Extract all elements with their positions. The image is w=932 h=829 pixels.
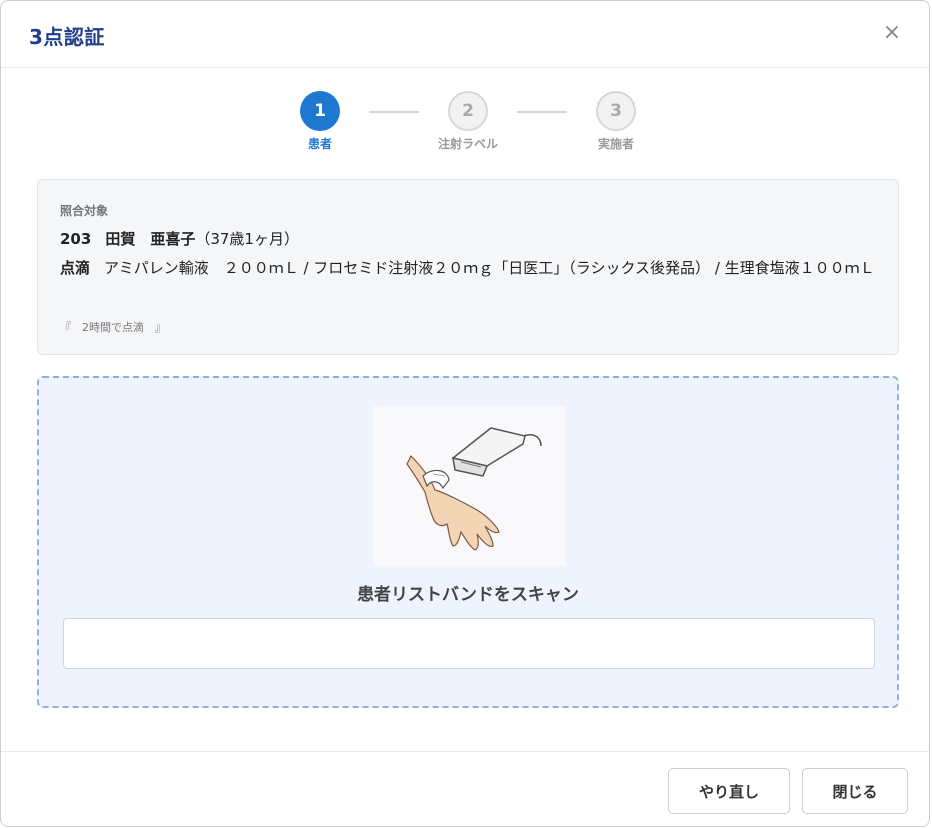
three-point-auth-dialog: 3点認証 × 1 患者 2 注射ラベル 3 実施者 照合対象 203 田賀 亜喜子… <box>0 0 930 827</box>
step-2-label: 注射ラベル <box>437 137 498 151</box>
close-button[interactable]: 閉じる <box>802 768 908 814</box>
target-info-card: 照合対象 203 田賀 亜喜子（37歳1ヶ月） 点滴 アミパレン輸液 ２００ｍＬ /… <box>37 179 899 355</box>
order-note: 『 2時間で点滴 』 <box>60 321 166 334</box>
order-line: 点滴 アミパレン輸液 ２００ｍＬ / フロセミド注射液２０ｍｇ「日医工」（ラシック… <box>60 254 880 283</box>
step-connector <box>517 111 567 113</box>
wristband-scan-input[interactable] <box>63 618 875 669</box>
step-1-circle: 1 <box>300 91 340 131</box>
stepper: 1 患者 2 注射ラベル 3 実施者 <box>1 91 929 161</box>
order-type: 点滴 <box>60 259 91 277</box>
patient-line: 203 田賀 亜喜子（37歳1ヶ月） <box>60 228 313 249</box>
wristband-scan-illustration <box>373 406 565 566</box>
dialog-header: 3点認証 × <box>1 1 929 68</box>
redo-button[interactable]: やり直し <box>668 768 790 814</box>
close-icon[interactable]: × <box>881 21 903 45</box>
step-1-label: 患者 <box>307 137 332 151</box>
step-3-circle: 3 <box>596 91 636 131</box>
order-text: アミパレン輸液 ２００ｍＬ / フロセミド注射液２０ｍｇ「日医工」（ラシックス後… <box>104 259 875 277</box>
dialog-title: 3点認証 <box>29 25 105 49</box>
step-performer: 3 実施者 <box>566 91 666 152</box>
step-injection-label: 2 注射ラベル <box>418 91 518 152</box>
step-2-circle: 2 <box>448 91 488 131</box>
step-3-label: 実施者 <box>597 137 634 151</box>
patient-age: （37歳1ヶ月） <box>195 230 299 248</box>
step-patient: 1 患者 <box>270 91 370 152</box>
step-connector <box>369 111 419 113</box>
scan-instruction: 患者リストバンドをスキャン <box>357 585 579 605</box>
scan-area: 患者リストバンドをスキャン <box>37 376 899 708</box>
room-number: 203 <box>60 230 92 248</box>
target-section-label: 照合対象 <box>60 204 109 218</box>
dialog-footer: やり直し 閉じる <box>1 751 929 826</box>
patient-name: 田賀 亜喜子 <box>105 230 196 248</box>
